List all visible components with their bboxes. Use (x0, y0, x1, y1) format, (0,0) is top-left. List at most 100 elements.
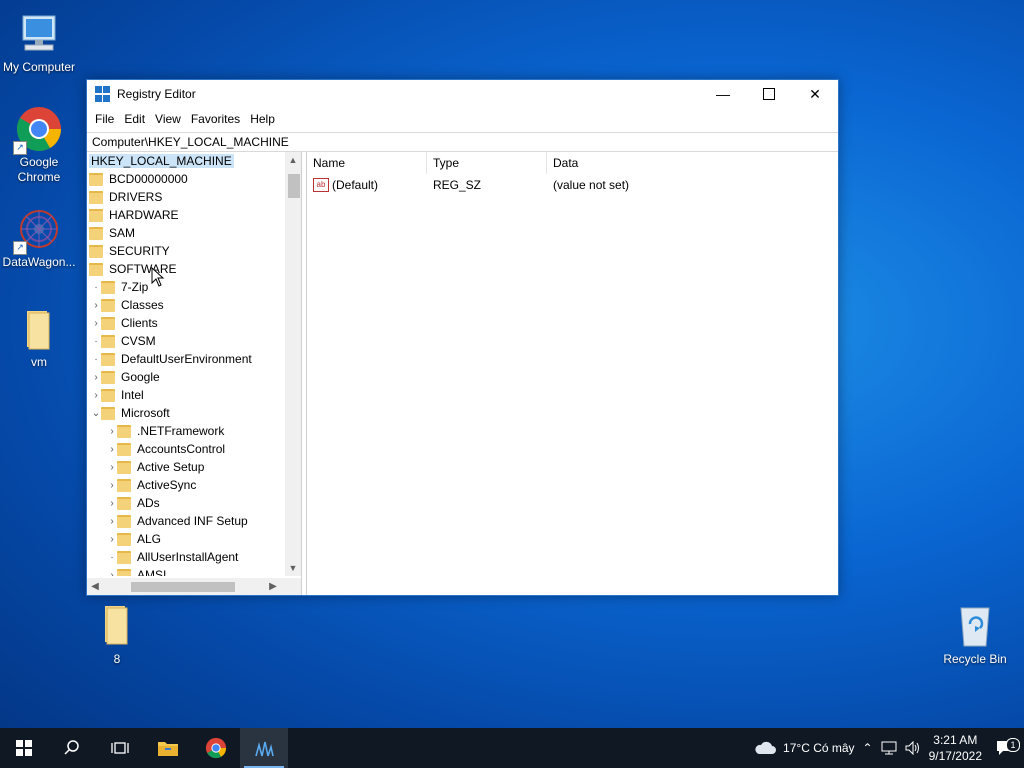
title-bar[interactable]: Registry Editor — ✕ (87, 80, 838, 108)
desktop-icon-vm[interactable]: vm (0, 305, 78, 370)
tree-key-row[interactable]: › Advanced INF Setup (87, 512, 285, 530)
tree-key-row[interactable]: DRIVERS (87, 188, 285, 206)
tree-key-row[interactable]: · CVSM (87, 332, 285, 350)
tree-key-row[interactable]: › Classes (87, 296, 285, 314)
column-header-type[interactable]: Type (427, 152, 547, 174)
network-button[interactable] (877, 741, 901, 755)
folder-icon (101, 298, 115, 312)
tree-key-row[interactable]: · 7-Zip (87, 278, 285, 296)
expand-chevron-icon[interactable]: › (107, 458, 117, 476)
menu-edit[interactable]: Edit (119, 112, 150, 126)
minimize-icon: — (716, 86, 730, 102)
tree-key-row[interactable]: › .NETFramework (87, 422, 285, 440)
file-explorer-button[interactable] (144, 728, 192, 768)
scroll-left-icon[interactable]: ◀ (87, 578, 103, 595)
scroll-thumb[interactable] (131, 582, 235, 592)
tree-key-label: DefaultUserEnvironment (121, 352, 252, 366)
tree-key-label: Microsoft (121, 406, 170, 420)
desktop-icon-8[interactable]: 8 (78, 602, 156, 667)
weather-widget[interactable]: 17°C Có mây (749, 740, 859, 756)
datawagon-taskbar-button[interactable] (240, 728, 288, 768)
tree-key-row[interactable]: › ADs (87, 494, 285, 512)
column-header-data[interactable]: Data (547, 152, 747, 174)
expand-chevron-icon[interactable]: › (91, 368, 101, 386)
tree-key-row[interactable]: · AllUserInstallAgent (87, 548, 285, 566)
scroll-down-icon[interactable]: ▼ (285, 560, 301, 576)
folder-icon (89, 172, 103, 186)
tree-key-row[interactable]: › Clients (87, 314, 285, 332)
menu-favorites[interactable]: Favorites (186, 112, 245, 126)
menu-help[interactable]: Help (245, 112, 280, 126)
tree-key-label: AccountsControl (137, 442, 226, 456)
folder-icon (117, 496, 131, 510)
expand-chevron-icon[interactable]: › (91, 296, 101, 314)
tree-key-row[interactable]: ⌄ Microsoft (87, 404, 285, 422)
desktop-icon-label: 8 (113, 652, 121, 666)
tree-key-row[interactable]: SECURITY (87, 242, 285, 260)
notification-center-button[interactable]: 1 (986, 738, 1024, 756)
scroll-up-icon[interactable]: ▲ (285, 152, 301, 168)
desktop-icon-datawagon[interactable]: ↗ DataWagon... (0, 205, 78, 270)
shortcut-arrow-icon: ↗ (13, 141, 27, 155)
show-hidden-icons-button[interactable]: ⌃ (859, 741, 877, 755)
start-button[interactable] (0, 728, 48, 768)
scroll-right-icon[interactable]: ▶ (265, 578, 281, 595)
chrome-taskbar-button[interactable] (192, 728, 240, 768)
tree-key-row[interactable]: HARDWARE (87, 206, 285, 224)
maximize-icon (763, 88, 775, 100)
value-row[interactable]: ab (Default) REG_SZ (value not set) (307, 174, 838, 196)
address-text: Computer\HKEY_LOCAL_MACHINE (92, 135, 289, 149)
expand-chevron-icon[interactable]: › (107, 566, 117, 577)
tree-key-row[interactable]: › Active Setup (87, 458, 285, 476)
tree-key-label: ADs (137, 496, 160, 510)
value-type-cell: REG_SZ (427, 178, 547, 192)
tree-key-row[interactable]: · DefaultUserEnvironment (87, 350, 285, 368)
tree-key-row[interactable]: HKEY_LOCAL_MACHINE (87, 152, 285, 170)
minimize-button[interactable]: — (700, 80, 746, 108)
address-bar[interactable]: Computer\HKEY_LOCAL_MACHINE (87, 132, 838, 152)
folder-icon (101, 388, 115, 402)
tree-key-row[interactable]: › AMSI (87, 566, 285, 576)
tree-key-row[interactable]: › Google (87, 368, 285, 386)
expand-chevron-icon[interactable]: › (107, 512, 117, 530)
expand-chevron-icon[interactable]: › (107, 440, 117, 458)
tree-key-row[interactable]: › AccountsControl (87, 440, 285, 458)
expand-chevron-icon[interactable]: › (91, 386, 101, 404)
desktop-icon-google-chrome[interactable]: ↗ Google Chrome (0, 105, 78, 185)
expand-chevron-icon[interactable]: › (91, 314, 101, 332)
tree-key-row[interactable]: › Intel (87, 386, 285, 404)
column-header-name[interactable]: Name (307, 152, 427, 174)
tree-key-row[interactable]: › ActiveSync (87, 476, 285, 494)
menu-view[interactable]: View (150, 112, 186, 126)
expand-chevron-icon[interactable]: › (107, 422, 117, 440)
expand-chevron-icon[interactable]: › (107, 494, 117, 512)
desktop-icon-recycle-bin[interactable]: Recycle Bin (936, 602, 1014, 667)
expand-chevron-icon[interactable]: › (107, 530, 117, 548)
collapse-chevron-icon[interactable]: ⌄ (91, 404, 101, 422)
volume-button[interactable] (901, 741, 925, 755)
tree-horizontal-scrollbar[interactable]: ◀ ▶ (87, 578, 301, 595)
chevron-up-icon: ⌃ (862, 741, 873, 755)
speaker-icon (905, 741, 919, 755)
folder-icon (101, 370, 115, 384)
maximize-button[interactable] (746, 80, 792, 108)
scroll-thumb[interactable] (288, 174, 300, 198)
tree-key-row[interactable]: › ALG (87, 530, 285, 548)
close-button[interactable]: ✕ (792, 80, 838, 108)
tree-key-row[interactable]: BCD00000000 (87, 170, 285, 188)
clock[interactable]: 3:21 AM 9/17/2022 (925, 732, 986, 764)
tree-key-row[interactable]: SOFTWARE (87, 260, 285, 278)
tree-key-row[interactable]: SAM (87, 224, 285, 242)
expand-chevron-icon[interactable]: › (107, 476, 117, 494)
value-data-cell: (value not set) (547, 178, 747, 192)
clock-time: 3:21 AM (933, 733, 978, 747)
value-name-cell: ab (Default) (307, 178, 427, 192)
task-view-button[interactable] (96, 728, 144, 768)
datawagon-icon: ↗ (13, 205, 63, 255)
tree-vertical-scrollbar[interactable]: ▲ ▼ (285, 152, 301, 576)
menu-file[interactable]: File (90, 112, 119, 126)
search-button[interactable] (48, 728, 96, 768)
folder-icon (117, 568, 131, 576)
desktop-icon-my-computer[interactable]: My Computer (0, 10, 78, 75)
tree-line-icon: · (94, 281, 98, 293)
